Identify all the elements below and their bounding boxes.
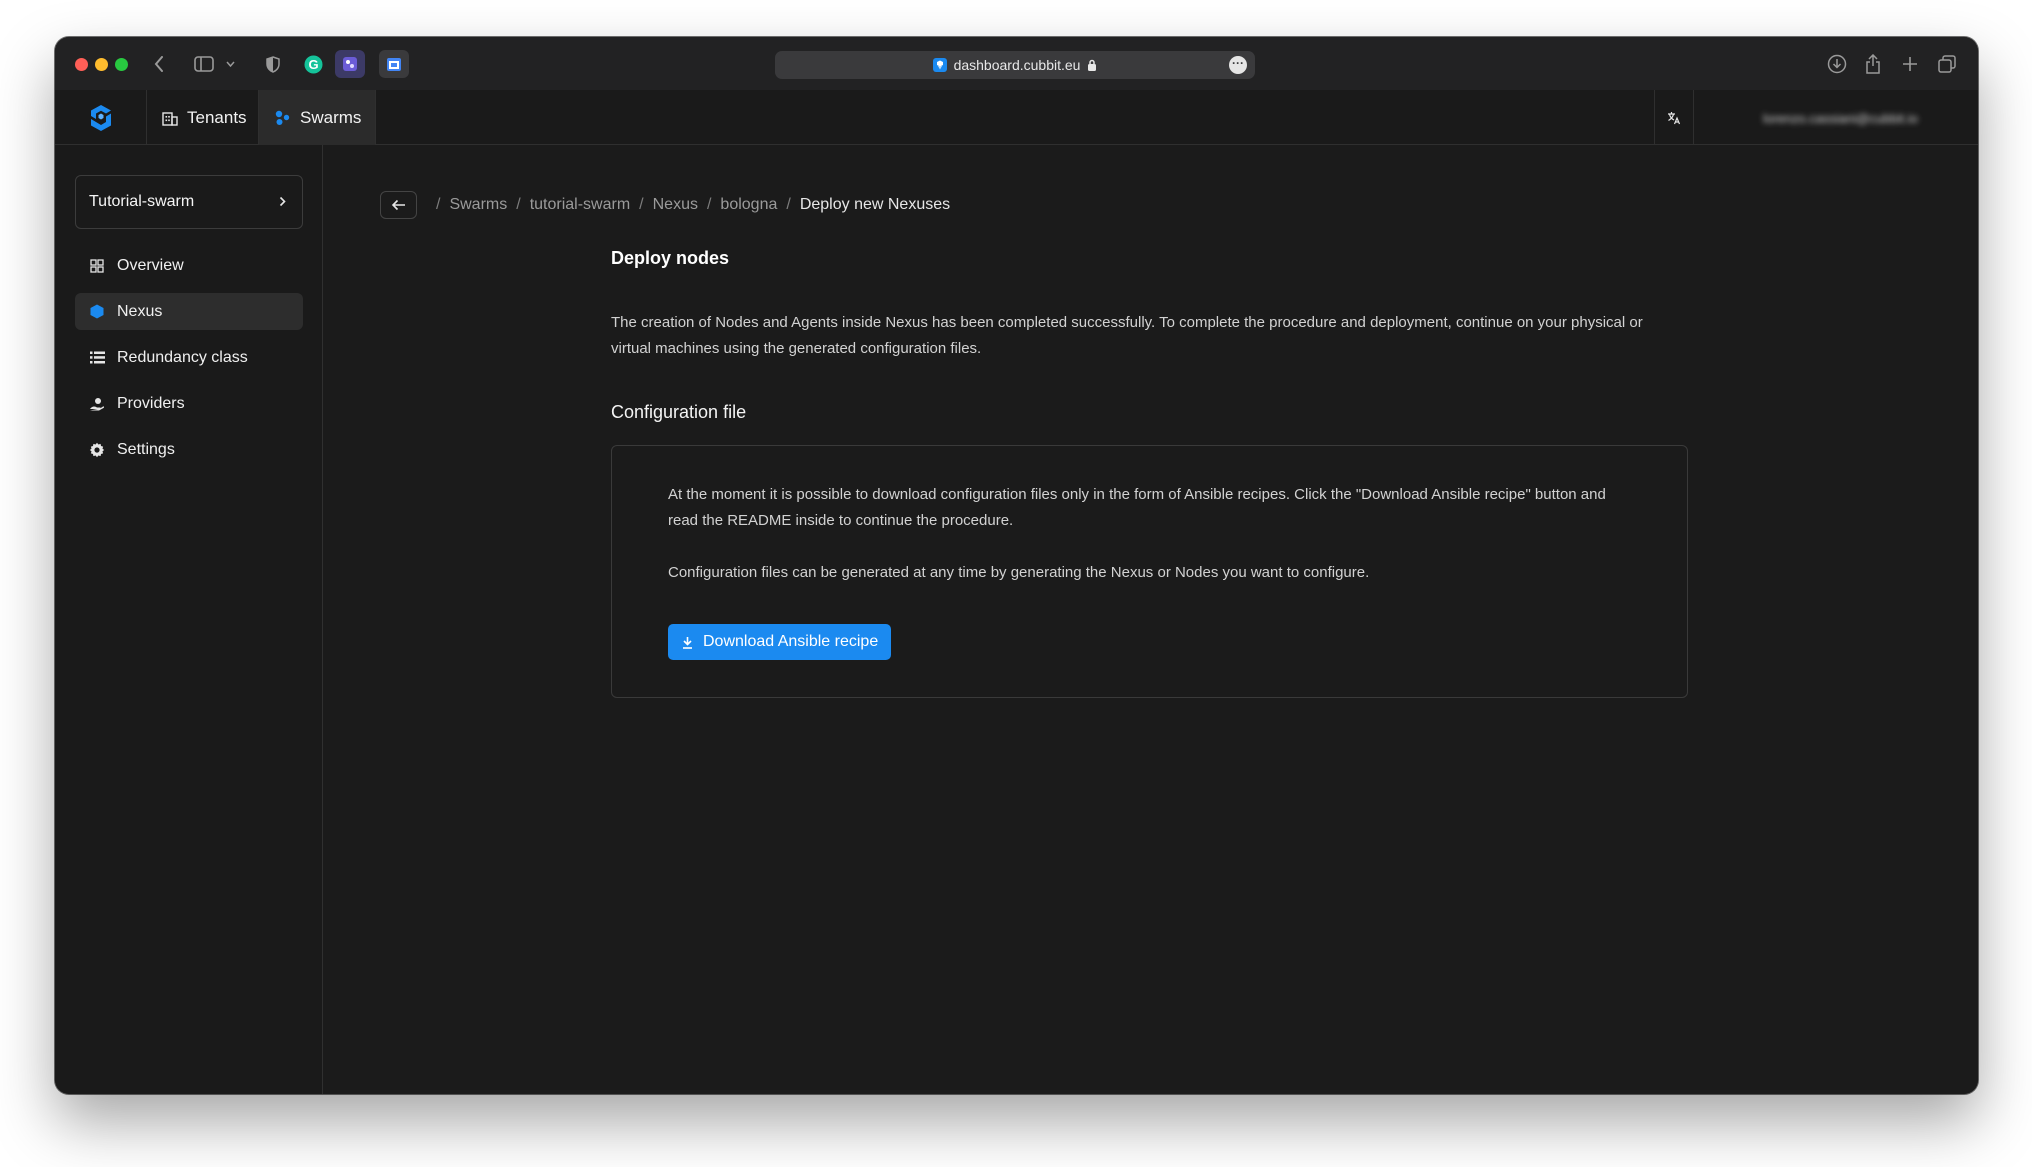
breadcrumb-swarms[interactable]: Swarms: [449, 196, 507, 214]
swarm-icon: [274, 110, 291, 126]
page-title: Deploy nodes: [611, 248, 730, 268]
sidebar-item-label: Providers: [117, 394, 185, 412]
sidebar-item-label: Overview: [117, 256, 184, 274]
sidebar-item-label: Nexus: [117, 302, 163, 320]
lock-icon: [1088, 59, 1097, 71]
browser-window: G dashboard.cubbit.eu ··· Tenants Swarms…: [55, 37, 1978, 1094]
back-icon[interactable]: [151, 53, 167, 75]
tab-tenants[interactable]: Tenants: [147, 90, 259, 145]
sidebar-item-providers[interactable]: Providers: [75, 385, 303, 422]
config-note: Configuration files can be generated at …: [668, 564, 1370, 581]
shield-icon[interactable]: [265, 53, 281, 75]
url-text: dashboard.cubbit.eu: [953, 57, 1081, 73]
sidebar: Tutorial-swarm Overview Nexus Redundancy…: [55, 145, 323, 1094]
tab-swarms[interactable]: Swarms: [259, 90, 376, 145]
app-header: Tenants Swarms lorenzo.cassiani@cubbit.i…: [55, 90, 1978, 145]
sidebar-item-overview[interactable]: Overview: [75, 247, 303, 284]
breadcrumb-nexus[interactable]: Nexus: [653, 196, 698, 214]
building-icon: [162, 110, 178, 126]
cubbit-logo[interactable]: [55, 90, 147, 145]
extension-icon[interactable]: [335, 50, 365, 78]
sidebar-item-nexus[interactable]: Nexus: [75, 293, 303, 330]
download-button-label: Download Ansible recipe: [703, 633, 879, 650]
download-ansible-recipe-button[interactable]: Download Ansible recipe: [668, 624, 892, 660]
sidebar-item-label: Redundancy class: [117, 348, 248, 366]
download-icon: [682, 636, 693, 649]
gear-icon: [89, 442, 105, 458]
tab-tenants-label: Tenants: [187, 107, 247, 127]
swarm-selector[interactable]: Tutorial-swarm: [75, 175, 303, 229]
list-icon: [89, 350, 105, 366]
sidebar-item-settings[interactable]: Settings: [75, 431, 303, 468]
section-title: Configuration file: [611, 402, 747, 422]
user-menu[interactable]: lorenzo.cassiani@cubbit.io: [1755, 108, 1918, 128]
config-instructions: At the moment it is possible to download…: [668, 486, 1606, 529]
configuration-file-card: At the moment it is possible to download…: [611, 445, 1688, 698]
tab-swarms-label: Swarms: [300, 107, 362, 127]
minimize-window-button[interactable]: [95, 58, 108, 71]
sidebar-item-label: Settings: [117, 440, 175, 458]
maximize-window-button[interactable]: [115, 58, 128, 71]
chevron-down-icon[interactable]: [225, 53, 235, 75]
breadcrumb-separator: /: [706, 196, 712, 213]
main-content: / Swarms / tutorial-swarm / Nexus / bolo…: [323, 145, 1978, 1094]
breadcrumb-swarm[interactable]: tutorial-swarm: [530, 196, 630, 214]
cubbit-logo-icon: [90, 104, 111, 131]
provider-icon: [89, 396, 105, 412]
download-icon[interactable]: [1826, 53, 1848, 75]
svg-text:G: G: [308, 57, 318, 72]
swarm-name: Tutorial-swarm: [89, 193, 195, 210]
breadcrumb-current: Deploy new Nexuses: [799, 196, 951, 213]
grid-icon: [89, 258, 105, 274]
chevron-right-icon: [279, 194, 286, 210]
hexagon-icon: [89, 304, 105, 320]
language-button[interactable]: [1654, 90, 1694, 145]
page-menu-icon[interactable]: ···: [1229, 56, 1247, 74]
address-bar[interactable]: dashboard.cubbit.eu ···: [775, 51, 1255, 79]
arrow-left-icon: [391, 199, 405, 211]
breadcrumb-separator: /: [436, 196, 441, 213]
site-favicon-icon: [932, 58, 947, 72]
grammarly-extension-icon[interactable]: G: [303, 53, 323, 75]
breadcrumb-separator: /: [639, 196, 644, 213]
intro-text: The creation of Nodes and Agents inside …: [611, 314, 1643, 357]
tab-overview-icon[interactable]: [1937, 53, 1957, 75]
breadcrumb: / Swarms / tutorial-swarm / Nexus / bolo…: [380, 190, 950, 220]
breadcrumb-separator: /: [516, 196, 521, 213]
user-email: lorenzo.cassiani@cubbit.io: [1763, 110, 1918, 126]
share-icon[interactable]: [1863, 53, 1883, 75]
sidebar-toggle-icon[interactable]: [193, 53, 215, 75]
back-button[interactable]: [380, 191, 417, 219]
browser-toolbar: G dashboard.cubbit.eu ···: [55, 37, 1978, 90]
new-tab-icon[interactable]: [1900, 53, 1920, 75]
breadcrumb-nexus-name[interactable]: bologna: [720, 196, 777, 214]
translate-icon: [1668, 111, 1681, 124]
close-window-button[interactable]: [75, 58, 88, 71]
sidebar-item-redundancy-class[interactable]: Redundancy class: [75, 339, 303, 376]
calendar-extension-icon[interactable]: [379, 50, 409, 78]
breadcrumb-separator: /: [786, 196, 791, 213]
